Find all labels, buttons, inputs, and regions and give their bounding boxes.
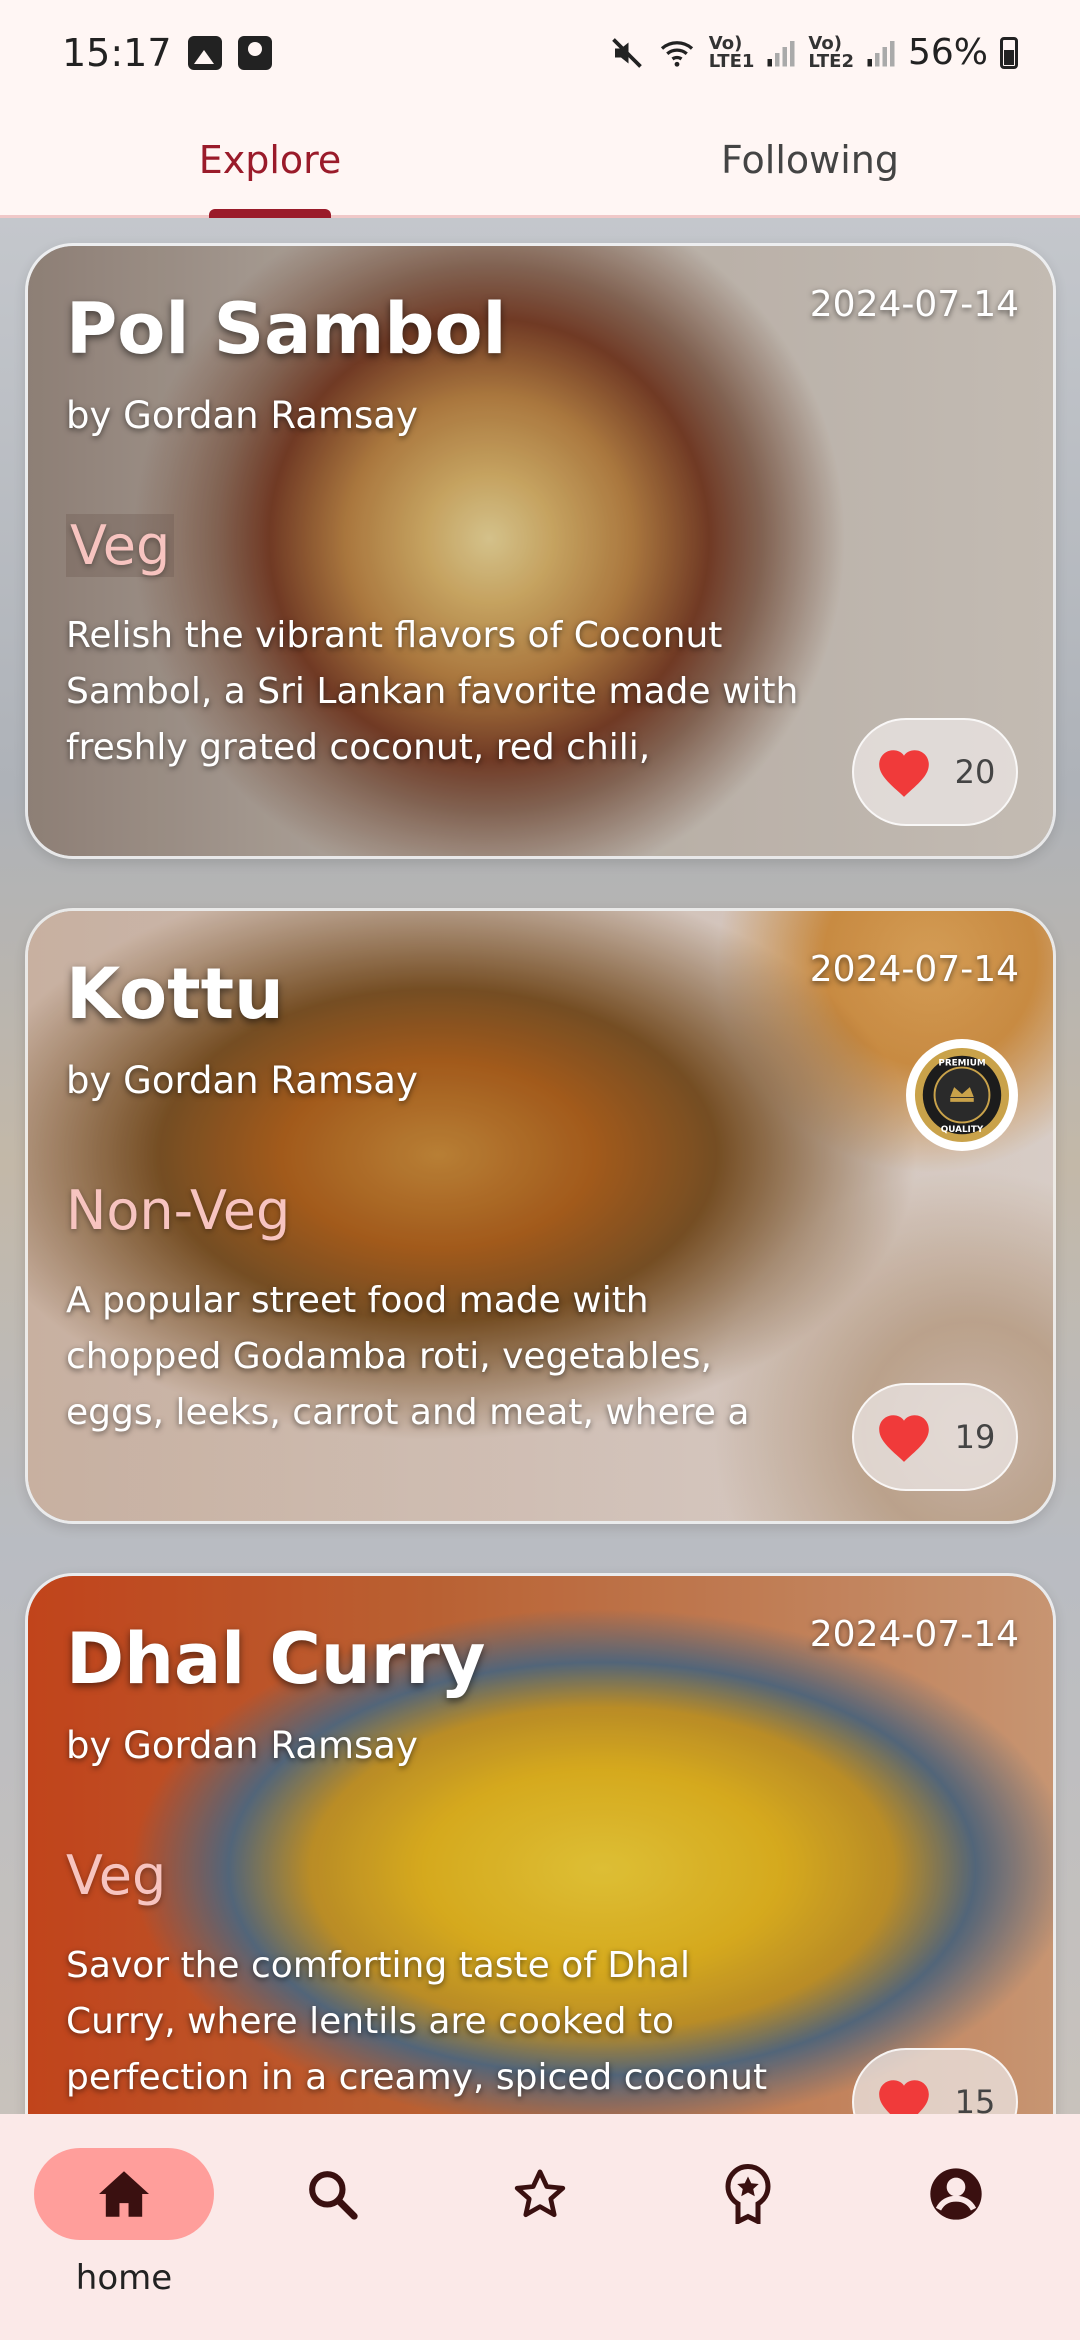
like-count: 19 — [954, 1418, 996, 1456]
nav-search[interactable] — [228, 2114, 436, 2340]
heart-icon — [878, 750, 929, 797]
signal-icon — [867, 40, 895, 66]
heart-icon — [878, 1415, 929, 1462]
nav-home-label: home — [75, 2258, 173, 2298]
like-count: 15 — [954, 2083, 996, 2114]
recipe-title: Dhal Curry — [66, 1618, 486, 1700]
contact-card-icon — [237, 35, 272, 70]
recipe-title: Kottu — [66, 953, 284, 1035]
recipe-card[interactable]: Pol Sambol by Gordan Ramsay 2024-07-14 V… — [25, 243, 1056, 859]
recipe-card[interactable]: Kottu by Gordan Ramsay 2024-07-14 PREMIU… — [25, 908, 1056, 1524]
tab-bar: Explore Following — [0, 105, 1080, 218]
like-button[interactable]: 19 — [852, 1383, 1018, 1491]
recipe-date: 2024-07-14 — [809, 284, 1019, 325]
recipe-description: Relish the vibrant flavors of Coconut Sa… — [66, 615, 799, 768]
recipe-author: by Gordan Ramsay — [66, 1059, 418, 1102]
like-button[interactable]: 20 — [852, 718, 1018, 826]
battery-icon — [1000, 36, 1018, 69]
like-count: 20 — [954, 753, 996, 791]
star-icon — [514, 2169, 566, 2218]
status-time: 15:17 — [62, 30, 172, 75]
nav-home[interactable]: home — [20, 2114, 228, 2340]
nav-awards[interactable] — [644, 2114, 852, 2340]
badge-bottom-text: QUALITY — [941, 1125, 984, 1135]
recipe-description: Savor the comforting taste of Dhal Curry… — [66, 1945, 768, 2098]
mute-icon — [611, 37, 642, 68]
recipe-date: 2024-07-14 — [809, 949, 1019, 990]
account-icon — [930, 2168, 982, 2220]
sim1-label: Vo) LTE1 — [708, 32, 755, 72]
wifi-icon — [660, 40, 693, 67]
heart-icon — [878, 2080, 929, 2114]
gallery-icon — [187, 35, 222, 70]
recipe-title: Pol Sambol — [66, 288, 507, 370]
recipe-date: 2024-07-14 — [809, 1614, 1019, 1655]
premium-quality-badge: PREMIUM QUALITY — [906, 1039, 1018, 1151]
like-button[interactable]: 15 — [852, 2048, 1018, 2114]
recipe-type: Veg — [66, 514, 175, 577]
battery-percent: 56% — [907, 32, 988, 73]
recipe-author: by Gordan Ramsay — [66, 1724, 418, 1767]
home-icon — [99, 2171, 149, 2217]
search-icon — [309, 2171, 358, 2220]
nav-favorites[interactable] — [436, 2114, 644, 2340]
recipe-feed[interactable]: Pol Sambol by Gordan Ramsay 2024-07-14 V… — [0, 218, 1080, 2114]
tab-following[interactable]: Following — [540, 105, 1080, 215]
sim2-label: Vo) LTE2 — [808, 32, 854, 72]
tab-explore[interactable]: Explore — [0, 105, 540, 218]
recipe-description: A popular street food made with chopped … — [66, 1280, 750, 1433]
recipe-author: by Gordan Ramsay — [66, 394, 418, 437]
award-icon — [725, 2164, 771, 2224]
recipe-type: Non-Veg — [66, 1179, 291, 1242]
recipe-card[interactable]: Dhal Curry by Gordan Ramsay 2024-07-14 V… — [25, 1573, 1056, 2114]
status-bar: 15:17 Vo) LTE1 Vo) LTE2 56% — [0, 0, 1080, 105]
recipe-type: Veg — [66, 1844, 167, 1907]
badge-top-text: PREMIUM — [938, 1059, 985, 1069]
signal-icon — [767, 40, 795, 66]
nav-profile[interactable] — [852, 2114, 1060, 2340]
bottom-navigation: home — [0, 2114, 1080, 2340]
